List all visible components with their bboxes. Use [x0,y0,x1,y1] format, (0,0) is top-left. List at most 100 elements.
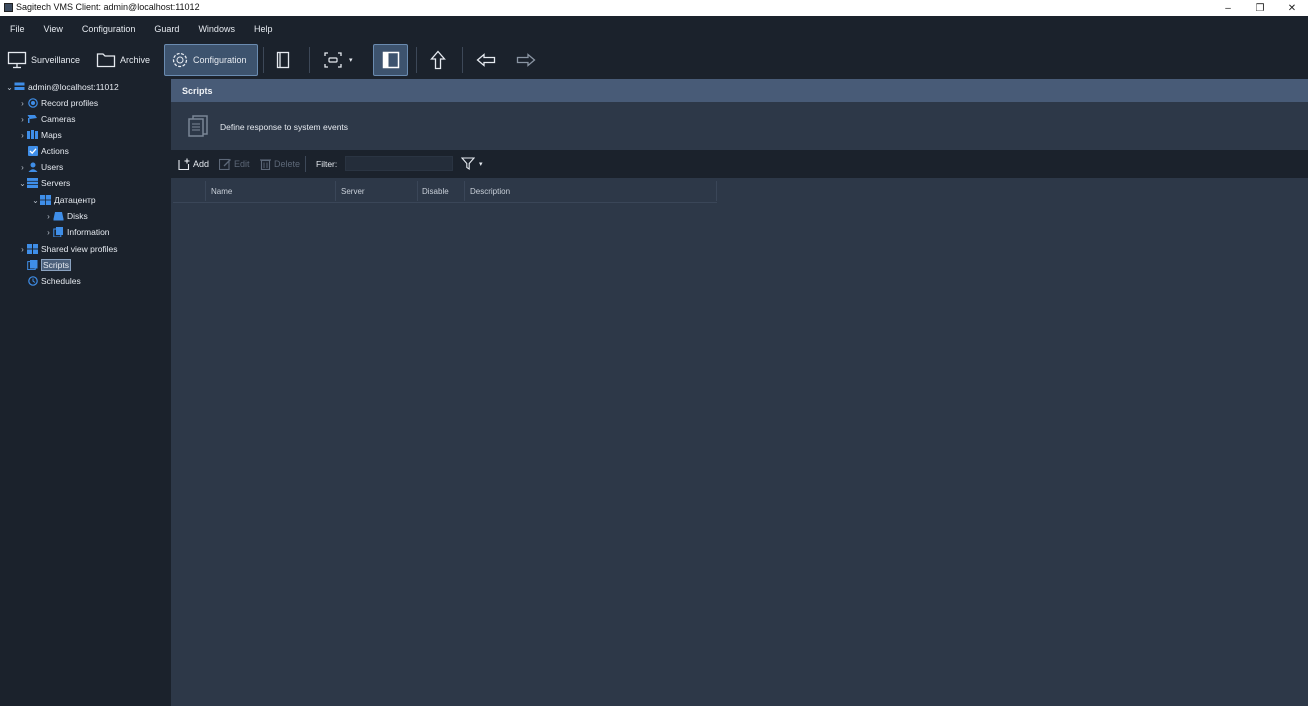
menu-help[interactable]: Help [254,24,273,34]
book-button[interactable] [276,44,296,76]
delete-label: Delete [274,159,301,169]
servers-icon [27,178,38,188]
description-panel: Define response to system events [171,102,1308,150]
tree-item-servers[interactable]: ⌄ Servers [18,176,70,190]
panel-toggle-button[interactable] [373,44,408,76]
tree-item-label: Record profiles [41,98,99,108]
panel-layout-icon [382,51,399,69]
title-bar: Sagitech VMS Client: admin@localhost:110… [0,0,1308,16]
server-stack-icon [14,82,25,92]
clock-icon [27,276,38,286]
window-title: Sagitech VMS Client: admin@localhost:110… [16,2,200,12]
funnel-icon [461,157,475,170]
main-content: Scripts Define response to system events… [171,79,1308,706]
chevron-down-icon[interactable]: ⌄ [31,196,40,205]
filter-options-button[interactable]: ▾ [461,157,483,170]
checkbox-icon [27,146,38,156]
column-header-name[interactable]: Name [211,187,232,196]
tree-item-shared-view-profiles[interactable]: › Shared view profiles [18,242,118,256]
table-header: Name Server Disable Description [173,178,717,203]
tree-item-record-profiles[interactable]: › Record profiles [18,96,98,110]
chevron-right-icon[interactable]: › [18,131,27,140]
configuration-button[interactable]: Configuration [164,44,258,76]
column-divider [335,181,336,201]
tree-item-label: Датацентр [54,195,96,205]
chevron-down-icon[interactable]: ⌄ [18,179,27,188]
surveillance-label: Surveillance [31,55,81,65]
main-toolbar: Surveillance Archive Configuration ▾ [0,41,1308,79]
camera-view-button[interactable]: ▾ [323,44,361,76]
menu-view[interactable]: View [44,24,63,34]
tree-item-label: Actions [41,146,69,156]
minimize-button[interactable]: – [1212,0,1244,16]
document-copy-icon [53,227,64,237]
column-header-disable[interactable]: Disable [422,187,449,196]
chevron-right-icon[interactable]: › [44,212,53,221]
forward-button[interactable] [516,44,538,76]
surveillance-button[interactable]: Surveillance [7,44,87,76]
tree-item-information[interactable]: › Information [44,225,110,239]
column-header-description[interactable]: Description [470,187,510,196]
chevron-right-icon[interactable]: › [44,228,53,237]
chevron-right-icon[interactable]: › [18,99,27,108]
tree-item-label: Disks [67,211,88,221]
back-button[interactable] [476,44,498,76]
tree-item-label-selected: Scripts [41,259,71,271]
chevron-right-icon[interactable]: › [18,115,27,124]
tree-item-actions[interactable]: Actions [27,144,69,158]
add-button[interactable]: Add [178,158,209,170]
tree-item-label: Servers [41,178,71,188]
tree-item-cameras[interactable]: › Cameras [18,112,75,126]
tree-root[interactable]: ⌄ admin@localhost:11012 [5,80,119,94]
book-icon [276,51,290,69]
tree-item-disks[interactable]: › Disks [44,209,88,223]
delete-button[interactable]: Delete [260,158,300,170]
edit-label: Edit [234,159,250,169]
command-divider [305,156,306,172]
tree-item-label: Cameras [41,114,76,124]
edit-button[interactable]: Edit [219,158,250,170]
close-button[interactable]: ✕ [1276,0,1308,16]
column-header-server[interactable]: Server [341,187,365,196]
scripts-icon [27,260,38,270]
tree-item-label: Information [67,227,110,237]
menu-file[interactable]: File [10,24,25,34]
chevron-right-icon[interactable]: › [18,163,27,172]
grid-layout-icon [27,244,38,254]
menu-configuration[interactable]: Configuration [82,24,136,34]
section-description: Define response to system events [220,122,349,132]
column-divider [464,181,465,201]
toolbar-divider [309,47,310,73]
arrow-right-icon [516,53,536,67]
chevron-right-icon[interactable]: › [18,245,27,254]
tree-item-datacenter[interactable]: ⌄ Датацентр [31,193,96,207]
menu-windows[interactable]: Windows [198,24,235,34]
filter-input[interactable] [345,156,453,171]
app-icon [4,3,13,12]
configuration-label: Configuration [193,55,247,65]
up-button[interactable] [430,44,448,76]
column-divider [716,181,717,201]
tree-item-users[interactable]: › Users [18,160,63,174]
tree-item-schedules[interactable]: Schedules [27,274,81,288]
chevron-down-icon: ▾ [479,160,483,168]
archive-button[interactable]: Archive [96,44,156,76]
map-icon [27,130,38,140]
column-divider [205,181,206,201]
menu-guard[interactable]: Guard [154,24,179,34]
chevron-down-icon[interactable]: ⌄ [5,83,14,92]
window-controls: – ❐ ✕ [1212,0,1308,16]
section-header: Scripts [171,79,1308,102]
scripts-large-icon [188,115,208,137]
tree-root-label: admin@localhost:11012 [28,82,119,92]
tree-item-scripts[interactable]: Scripts [27,258,71,272]
user-icon [27,162,38,172]
chevron-down-icon[interactable]: ▾ [349,56,353,64]
toolbar-divider [462,47,463,73]
folder-icon [96,53,116,68]
tree-item-maps[interactable]: › Maps [18,128,62,142]
disk-icon [53,211,64,221]
toolbar-divider [263,47,264,73]
tree-item-label: Users [41,162,64,172]
restore-button[interactable]: ❐ [1244,0,1276,16]
